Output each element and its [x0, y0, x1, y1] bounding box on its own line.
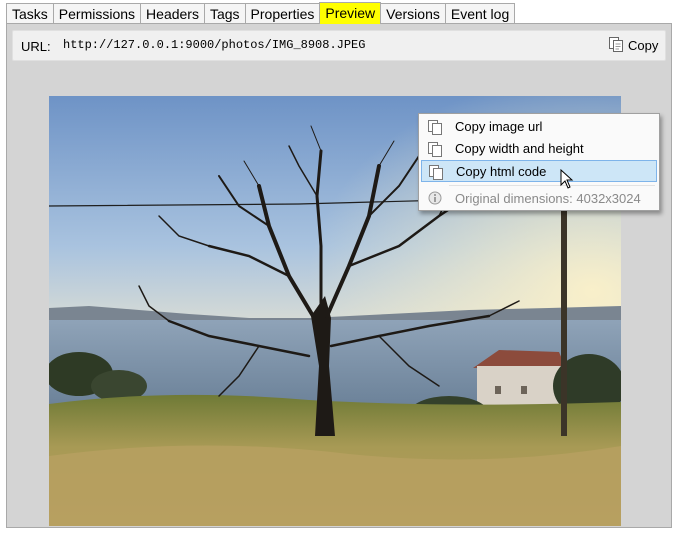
- copy-icon: [428, 164, 444, 187]
- preview-panel: URL: http://127.0.0.1:9000/photos/IMG_89…: [6, 23, 672, 528]
- copy-button[interactable]: Copy: [602, 34, 660, 57]
- copy-icon: [608, 36, 624, 55]
- dimensions-label: Original dimensions: 4032x3024: [455, 191, 641, 206]
- tab-tasks[interactable]: Tasks: [6, 3, 54, 23]
- tab-tags[interactable]: Tags: [203, 3, 246, 23]
- menu-item-copy-html-code[interactable]: Copy html code: [421, 160, 657, 182]
- info-icon: [427, 191, 443, 214]
- menu-item-copy-width-height[interactable]: Copy width and height: [421, 138, 657, 160]
- url-label: URL:: [21, 39, 51, 54]
- tab-headers[interactable]: Headers: [140, 3, 205, 23]
- tab-bar: Tasks Permissions Headers Tags Propertie…: [6, 2, 516, 24]
- menu-item-label: Copy width and height: [455, 141, 584, 156]
- tab-permissions[interactable]: Permissions: [52, 3, 142, 23]
- context-menu: Copy image url Copy width and height Cop…: [418, 113, 660, 211]
- copy-button-label: Copy: [628, 38, 659, 53]
- menu-item-label: Copy image url: [455, 119, 543, 134]
- tab-versions[interactable]: Versions: [380, 3, 446, 23]
- tab-preview[interactable]: Preview: [319, 2, 382, 24]
- menu-separator: [449, 185, 655, 186]
- menu-item-copy-image-url[interactable]: Copy image url: [421, 116, 657, 138]
- tab-properties[interactable]: Properties: [244, 3, 321, 23]
- url-field[interactable]: http://127.0.0.1:9000/photos/IMG_8908.JP…: [57, 35, 543, 56]
- mouse-cursor-icon: [560, 168, 574, 192]
- url-bar: URL: http://127.0.0.1:9000/photos/IMG_89…: [12, 30, 666, 61]
- menu-item-original-dimensions: Original dimensions: 4032x3024: [421, 188, 657, 210]
- menu-item-label: Copy html code: [456, 164, 547, 179]
- tab-event-log[interactable]: Event log: [444, 3, 516, 23]
